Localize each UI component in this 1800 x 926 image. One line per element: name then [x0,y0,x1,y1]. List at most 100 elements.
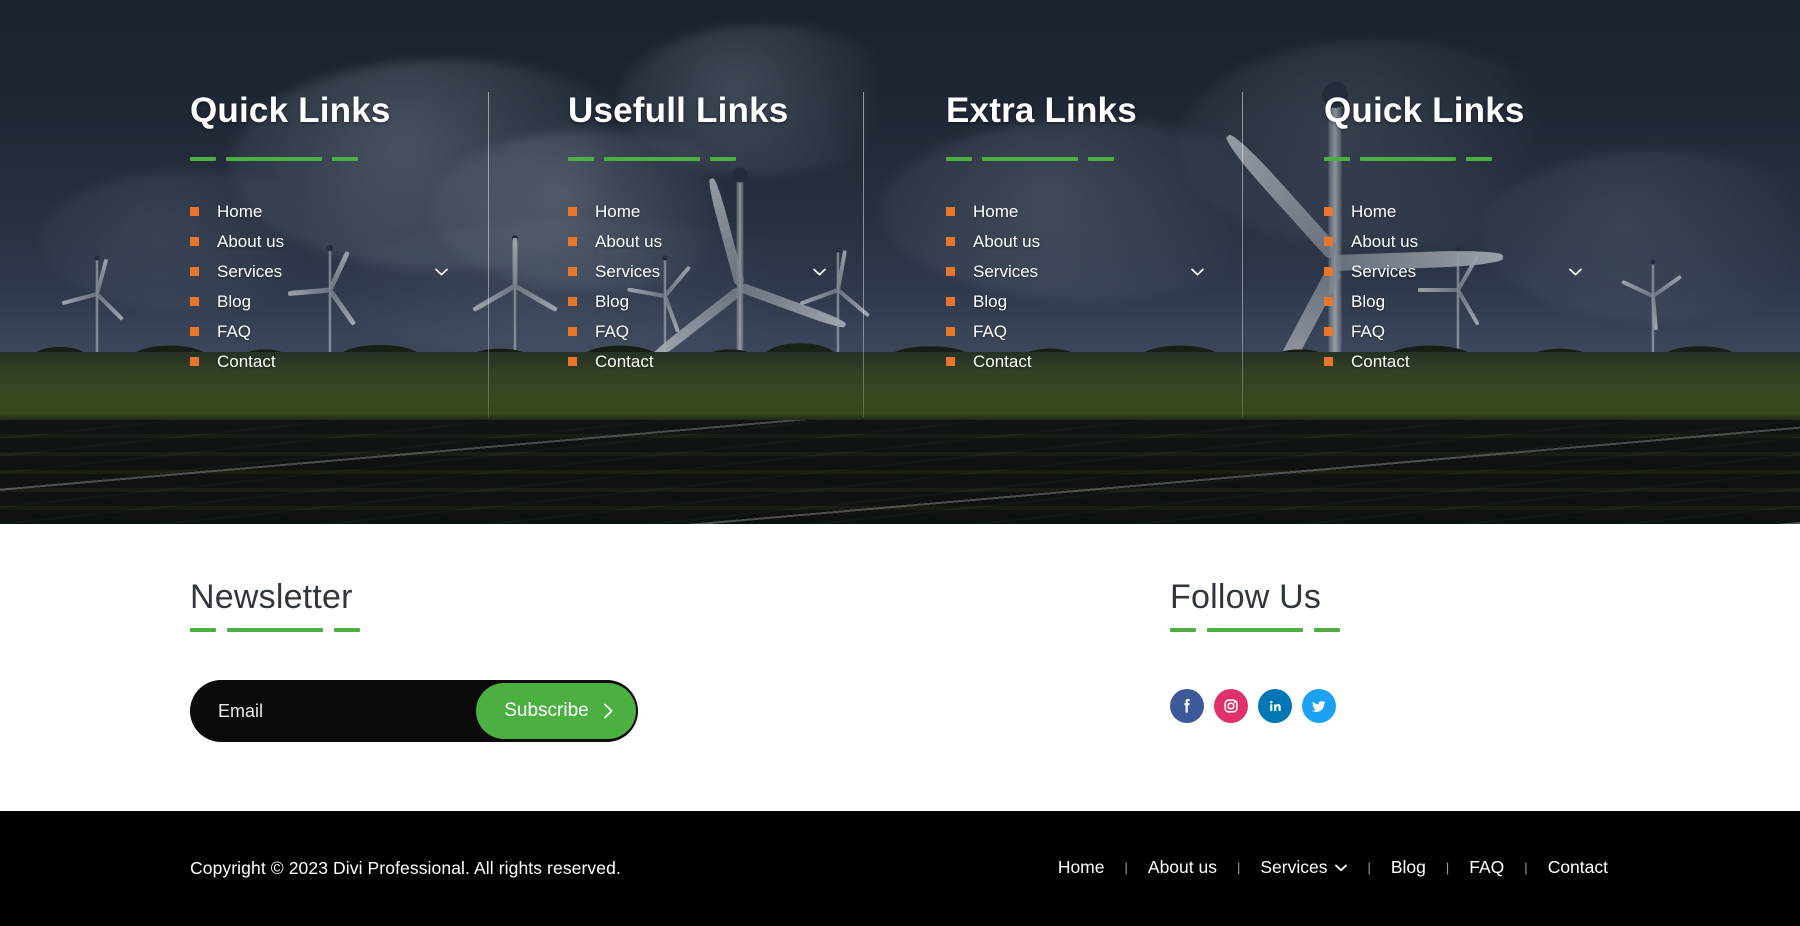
twitter-icon [1309,696,1329,716]
footer-column-extra-links: Extra Links Home About us Services Blog … [946,91,1324,524]
square-bullet-icon [946,327,955,336]
bottom-nav-services[interactable]: Services [1258,857,1349,878]
square-bullet-icon [946,357,955,366]
underline-segment [946,156,972,161]
square-bullet-icon [946,297,955,306]
footer-link-label: About us [217,231,285,251]
square-bullet-icon [1324,237,1333,246]
footer-link-label: Home [595,201,641,221]
square-bullet-icon [190,297,199,306]
square-bullet-icon [190,267,199,276]
title-underline [568,156,946,161]
newsletter-subscribe-form: Subscribe [190,680,638,742]
footer-link-services[interactable]: Services [946,257,1324,287]
chevron-down-icon[interactable] [1190,265,1204,279]
square-bullet-icon [568,297,577,306]
bottom-nav: Home | About us | Services | Blog | FAQ … [1056,857,1610,878]
square-bullet-icon [1324,357,1333,366]
footer-link-contact[interactable]: Contact [1324,347,1702,377]
footer-link-label: FAQ [1351,321,1386,341]
linkedin-link[interactable] [1258,689,1292,723]
subscribe-button[interactable]: Subscribe [476,683,636,739]
footer-link-faq[interactable]: FAQ [946,317,1324,347]
footer-link-blog[interactable]: Blog [190,287,568,317]
column-title: Usefull Links [568,91,789,130]
footer-columns: Quick Links Home About us Services Blog … [0,0,1800,524]
footer-link-about-us[interactable]: About us [946,227,1324,257]
footer-link-services[interactable]: Services [1324,257,1702,287]
title-underline [946,156,1324,161]
footer-link-label: Services [217,261,283,281]
underline-segment [1324,156,1350,161]
instagram-link[interactable] [1214,689,1248,723]
footer-link-about-us[interactable]: About us [190,227,568,257]
underline-segment [226,156,322,161]
footer-link-about-us[interactable]: About us [568,227,946,257]
nav-separator: | [1524,860,1528,875]
facebook-link[interactable] [1170,689,1204,723]
square-bullet-icon [190,237,199,246]
underline-segment [1207,628,1303,632]
square-bullet-icon [568,237,577,246]
bottom-nav-label: Home [1057,857,1105,877]
footer-link-contact[interactable]: Contact [946,347,1324,377]
newsletter-follow-section: Newsletter Subscribe Follow Us [0,524,1800,811]
footer-link-label: About us [1351,231,1419,251]
square-bullet-icon [1324,207,1333,216]
bottom-nav-about-us[interactable]: About us [1146,857,1219,878]
column-title: Extra Links [946,91,1137,130]
underline-segment [190,156,216,161]
footer-link-label: Services [973,261,1039,281]
footer-link-faq[interactable]: FAQ [1324,317,1702,347]
footer-link-label: FAQ [595,321,630,341]
title-underline [190,156,568,161]
footer-link-label: Contact [595,351,654,371]
underline-segment [227,628,323,632]
square-bullet-icon [568,357,577,366]
square-bullet-icon [946,237,955,246]
footer-link-services[interactable]: Services [568,257,946,287]
footer-link-label: About us [595,231,663,251]
footer-link-faq[interactable]: FAQ [190,317,568,347]
square-bullet-icon [946,267,955,276]
chevron-down-icon[interactable] [1568,265,1582,279]
footer-link-home[interactable]: Home [1324,197,1702,227]
social-links [1170,689,1336,723]
footer-link-label: Contact [1351,351,1410,371]
footer-link-blog[interactable]: Blog [1324,287,1702,317]
square-bullet-icon [190,207,199,216]
bottom-nav-contact[interactable]: Contact [1546,857,1610,878]
chevron-right-icon [603,703,614,719]
bottom-nav-label: Contact [1547,857,1608,877]
bottom-nav-home[interactable]: Home [1056,857,1107,878]
footer-link-faq[interactable]: FAQ [568,317,946,347]
nav-separator: | [1445,860,1450,875]
twitter-link[interactable] [1302,689,1336,723]
bottom-nav-blog[interactable]: Blog [1389,857,1428,878]
footer-link-contact[interactable]: Contact [568,347,946,377]
footer-link-contact[interactable]: Contact [190,347,568,377]
footer-link-label: About us [973,231,1041,251]
footer-link-home[interactable]: Home [946,197,1324,227]
footer-link-list: Home About us Services Blog FAQ Contact [1324,197,1702,377]
copyright-text: Copyright © 2023 Divi Professional. All … [190,858,621,878]
instagram-icon [1221,696,1241,716]
bottom-nav-faq[interactable]: FAQ [1467,857,1506,878]
chevron-down-icon[interactable] [812,265,826,279]
chevron-down-icon[interactable] [434,265,448,279]
footer-link-home[interactable]: Home [190,197,568,227]
footer-link-home[interactable]: Home [568,197,946,227]
chevron-down-icon [1335,864,1348,872]
title-underline [1324,156,1702,161]
footer-link-services[interactable]: Services [190,257,568,287]
underline-segment [710,156,736,161]
square-bullet-icon [190,327,199,336]
footer-link-blog[interactable]: Blog [946,287,1324,317]
square-bullet-icon [568,327,577,336]
footer-link-blog[interactable]: Blog [568,287,946,317]
footer-link-label: Contact [217,351,276,371]
footer-link-label: Blog [217,291,252,311]
footer-link-about-us[interactable]: About us [1324,227,1702,257]
underline-segment [1466,156,1492,161]
underline-segment [1088,156,1114,161]
